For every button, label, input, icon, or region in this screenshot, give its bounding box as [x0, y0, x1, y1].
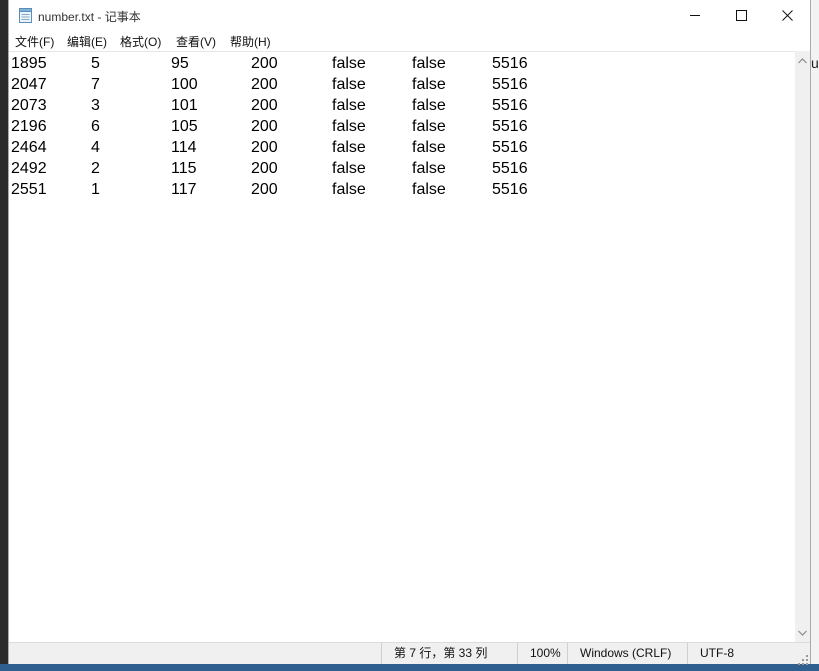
background-left — [0, 0, 8, 671]
line-cell: 200 — [251, 97, 278, 114]
line-cell: 117 — [171, 181, 197, 198]
text-line: 2551 1 117 200 false false 5516 — [9, 180, 795, 201]
line-cell: 5516 — [492, 76, 528, 93]
line-cell: 2492 — [11, 160, 47, 177]
scroll-up-button[interactable] — [795, 53, 810, 68]
taskbar-edge — [0, 664, 819, 671]
background-right — [811, 0, 819, 671]
status-zoom: 100% — [517, 643, 567, 664]
scroll-up-icon — [798, 57, 807, 63]
line-cell: 5516 — [492, 181, 528, 198]
line-cell: 200 — [251, 139, 278, 156]
line-cell: 105 — [171, 118, 198, 135]
line-cell: 5516 — [492, 55, 528, 72]
text-line: 2196 6 105 200 false false 5516 — [9, 117, 795, 138]
line-cell: false — [332, 181, 366, 198]
maximize-icon — [735, 10, 747, 21]
line-cell: 5516 — [492, 160, 528, 177]
text-line: 2492 2 115 200 false false 5516 — [9, 159, 795, 180]
minimize-button[interactable] — [672, 0, 718, 31]
status-cursor-position: 第 7 行，第 33 列 — [381, 643, 517, 664]
menu-edit[interactable]: 编辑(E) — [67, 33, 107, 50]
resize-grip-icon[interactable] — [798, 652, 808, 665]
line-cell: 114 — [171, 139, 197, 156]
line-cell: 5 — [91, 55, 100, 72]
text-line: 2073 3 101 200 false false 5516 — [9, 96, 795, 117]
line-cell: 200 — [251, 181, 278, 198]
line-cell: 5516 — [492, 118, 528, 135]
line-cell: 1895 — [11, 55, 47, 72]
line-cell: 4 — [91, 139, 100, 156]
menu-bar: 文件(F) 编辑(E) 格式(O) 查看(V) 帮助(H) — [9, 31, 810, 51]
line-cell: 2196 — [11, 118, 47, 135]
line-cell: 1 — [91, 181, 100, 198]
title-bar[interactable]: number.txt - 记事本 — [9, 0, 810, 31]
line-cell: 7 — [91, 76, 100, 93]
status-line-ending: Windows (CRLF) — [567, 643, 687, 664]
line-cell: 2464 — [11, 139, 47, 156]
line-cell: false — [332, 139, 366, 156]
line-cell: 115 — [171, 160, 197, 177]
line-cell: 2 — [91, 160, 100, 177]
line-cell: 200 — [251, 55, 278, 72]
line-cell: false — [412, 139, 446, 156]
text-line: 2464 4 114 200 false false 5516 — [9, 138, 795, 159]
line-cell: 200 — [251, 76, 278, 93]
line-cell: false — [332, 55, 366, 72]
notepad-window: number.txt - 记事本 文件(F) 编辑(E) 格式(O) 查看(V)… — [8, 0, 811, 665]
line-cell: 2551 — [11, 181, 47, 198]
text-editor[interactable]: 1895 5 95 200 false false 5516 2047 7 10… — [9, 51, 795, 642]
line-cell: 6 — [91, 118, 100, 135]
scroll-down-button[interactable] — [795, 625, 810, 640]
line-cell: false — [412, 160, 446, 177]
close-button[interactable] — [764, 0, 810, 31]
status-bar: 第 7 行，第 33 列 100% Windows (CRLF) UTF-8 — [9, 642, 810, 665]
line-cell: 2073 — [11, 97, 47, 114]
notepad-icon — [19, 8, 32, 23]
line-cell: false — [412, 118, 446, 135]
line-cell: 5516 — [492, 139, 528, 156]
minimize-icon — [689, 15, 700, 16]
line-cell: 95 — [171, 55, 189, 72]
line-cell: 200 — [251, 118, 278, 135]
line-cell: false — [412, 181, 446, 198]
line-cell: false — [412, 76, 446, 93]
line-cell: 101 — [171, 97, 198, 114]
menu-format[interactable]: 格式(O) — [120, 33, 161, 50]
close-icon — [781, 10, 793, 21]
vertical-scrollbar[interactable] — [795, 51, 810, 642]
line-cell: 5516 — [492, 97, 528, 114]
line-cell: 200 — [251, 160, 278, 177]
status-encoding: UTF-8 — [687, 643, 796, 664]
window-title: number.txt - 记事本 — [38, 10, 141, 24]
line-cell: false — [412, 55, 446, 72]
line-cell: false — [332, 118, 366, 135]
menu-view[interactable]: 查看(V) — [176, 33, 216, 50]
line-cell: false — [332, 160, 366, 177]
menu-help[interactable]: 帮助(H) — [230, 33, 271, 50]
line-cell: 2047 — [11, 76, 47, 93]
line-cell: false — [412, 97, 446, 114]
line-cell: 100 — [171, 76, 198, 93]
line-cell: false — [332, 97, 366, 114]
maximize-button[interactable] — [718, 0, 764, 31]
scroll-down-icon — [798, 630, 807, 636]
line-cell: false — [332, 76, 366, 93]
text-line: 1895 5 95 200 false false 5516 — [9, 54, 795, 75]
line-cell: 3 — [91, 97, 100, 114]
background-right-text: u — [811, 55, 819, 71]
menu-file[interactable]: 文件(F) — [15, 33, 54, 50]
text-line: 2047 7 100 200 false false 5516 — [9, 75, 795, 96]
